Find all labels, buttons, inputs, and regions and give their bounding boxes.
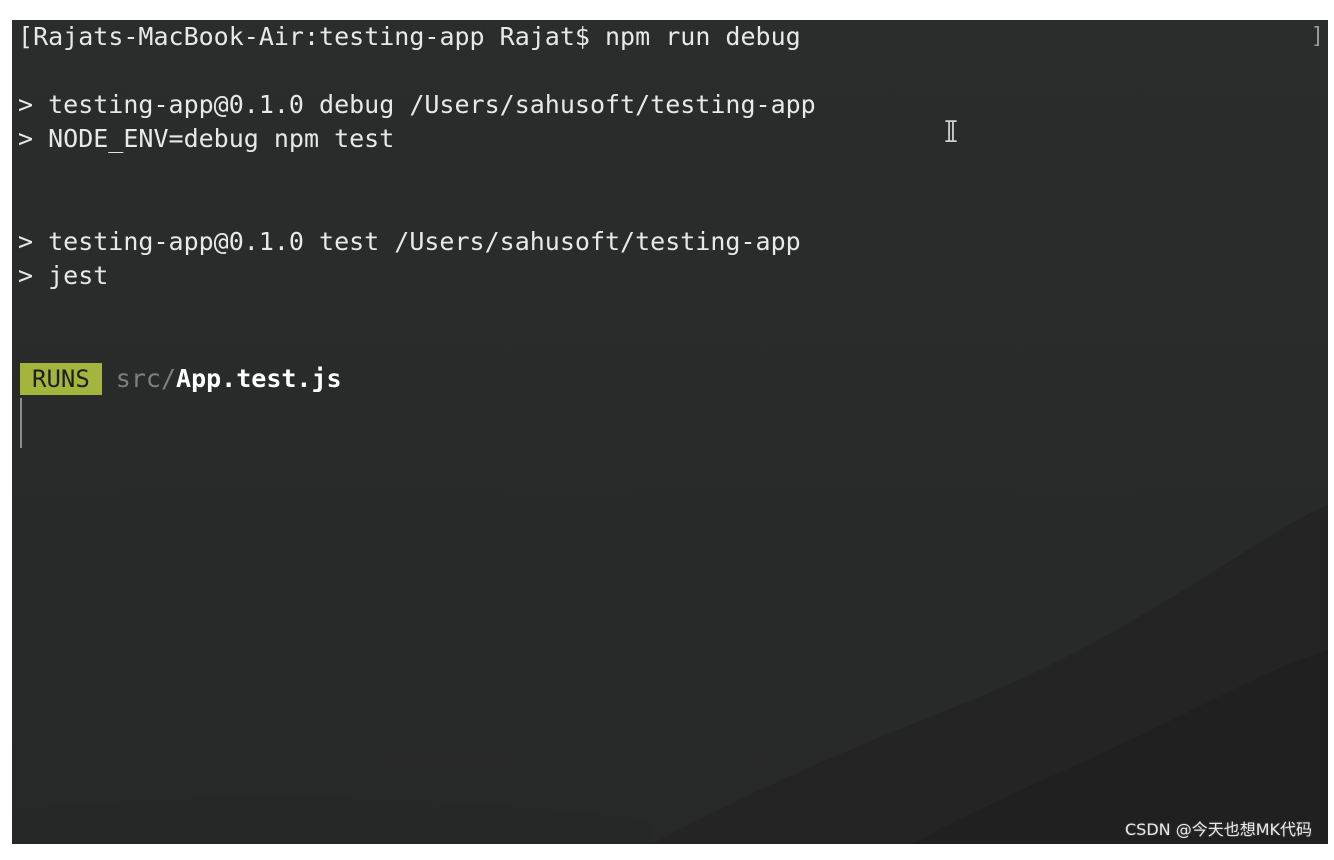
output-line: > testing-app@0.1.0 debug /Users/sahusof…: [18, 90, 816, 119]
terminal-caret: [20, 398, 22, 448]
jest-runs-line: RUNS src/App.test.js: [20, 362, 342, 396]
output-line: > testing-app@0.1.0 test /Users/sahusoft…: [18, 227, 801, 256]
runs-badge: RUNS: [20, 363, 102, 395]
text-ibeam-cursor-icon: 𝕀: [944, 115, 959, 150]
watermark: CSDN @今天也想MK代码: [1124, 820, 1312, 839]
command-prompt-line: [Rajats-MacBook-Air:testing-app Rajat$ n…: [18, 20, 801, 54]
test-path-prefix: src/: [115, 364, 177, 393]
prompt-command: Rajats-MacBook-Air:testing-app Rajat$ np…: [33, 22, 801, 51]
test-file-name: App.test.js: [176, 364, 342, 393]
output-line: > jest: [18, 261, 109, 290]
left-bracket: [: [18, 22, 34, 51]
output-line: > NODE_ENV=debug npm test: [18, 124, 395, 153]
terminal-window[interactable]: [Rajats-MacBook-Air:testing-app Rajat$ n…: [12, 20, 1328, 844]
terminal-output[interactable]: [Rajats-MacBook-Air:testing-app Rajat$ n…: [12, 20, 1328, 844]
right-bracket: ]: [1310, 24, 1324, 49]
